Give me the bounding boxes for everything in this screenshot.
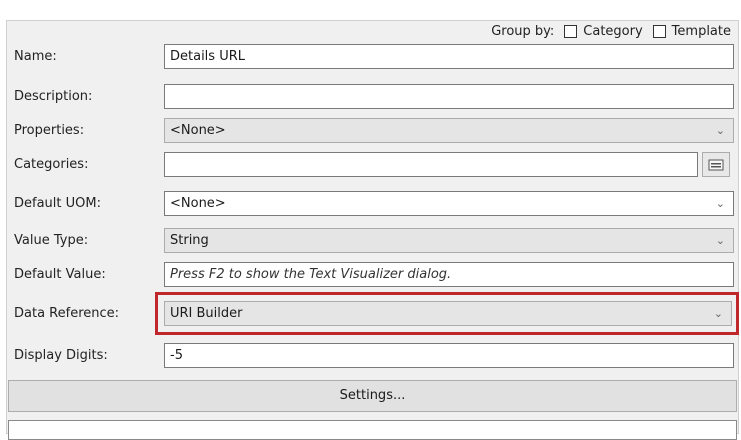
properties-row: Properties: <None> ⌄ [0, 118, 741, 144]
bottom-panel [8, 420, 737, 440]
value-type-dropdown[interactable]: String ⌄ [164, 228, 734, 253]
properties-dropdown[interactable]: <None> ⌄ [164, 118, 734, 143]
template-checkbox[interactable] [652, 24, 666, 38]
data-reference-dropdown[interactable]: URI Builder ⌄ [164, 301, 732, 326]
data-reference-label: Data Reference: [14, 306, 120, 321]
name-field[interactable]: Details URL [164, 44, 734, 69]
description-row: Description: [0, 84, 741, 110]
description-label: Description: [14, 89, 93, 104]
name-row: Name: Details URL [0, 44, 741, 70]
properties-value: <None> [170, 123, 226, 138]
default-uom-label: Default UOM: [14, 196, 101, 211]
chevron-down-icon: ⌄ [715, 124, 725, 137]
display-digits-label: Display Digits: [14, 348, 108, 363]
category-checkbox[interactable] [564, 24, 578, 38]
data-reference-value: URI Builder [170, 306, 243, 321]
settings-button[interactable]: Settings... [8, 380, 737, 412]
display-digits-row: Display Digits: -5 [0, 343, 741, 369]
group-by-label: Group by: [491, 23, 555, 39]
default-value-row: Default Value: Press F2 to show the Text… [0, 262, 741, 288]
default-value-label: Default Value: [14, 267, 106, 282]
browse-categories-button[interactable] [702, 152, 730, 177]
categories-field[interactable] [164, 152, 698, 177]
chevron-down-icon: ⌄ [713, 307, 723, 320]
value-type-label: Value Type: [14, 233, 89, 248]
default-uom-dropdown[interactable]: <None> ⌄ [164, 191, 734, 216]
properties-label: Properties: [14, 123, 85, 138]
display-digits-field[interactable]: -5 [164, 343, 734, 368]
data-reference-row: Data Reference: URI Builder ⌄ [0, 301, 741, 327]
value-type-value: String [170, 233, 209, 248]
categories-row: Categories: [0, 152, 741, 178]
default-value-field[interactable]: Press F2 to show the Text Visualizer dia… [164, 262, 734, 287]
description-field[interactable] [164, 84, 734, 109]
value-type-row: Value Type: String ⌄ [0, 228, 741, 254]
default-uom-value: <None> [170, 196, 226, 211]
default-uom-row: Default UOM: <None> ⌄ [0, 191, 741, 217]
chevron-down-icon: ⌄ [715, 197, 725, 210]
chevron-down-icon: ⌄ [715, 234, 725, 247]
attribute-properties-panel [6, 20, 739, 434]
name-label: Name: [14, 49, 57, 64]
category-checkbox-label: Category [583, 23, 643, 39]
categories-label: Categories: [14, 157, 89, 172]
group-by-bar: Group by: Category Template [491, 20, 731, 42]
browse-categories-icon [708, 159, 724, 170]
template-checkbox-label: Template [671, 23, 731, 39]
